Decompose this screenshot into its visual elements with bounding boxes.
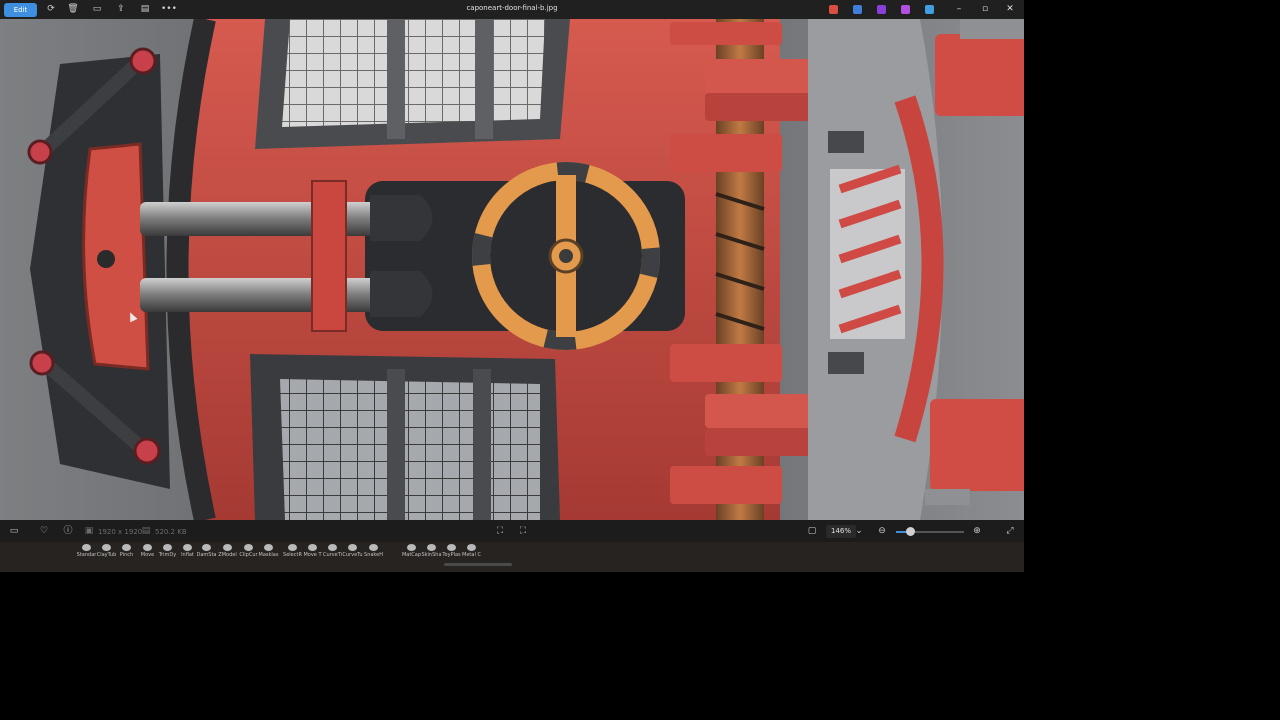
brush-item[interactable]: SnakeH xyxy=(364,544,383,562)
brush-item[interactable]: SkinSha xyxy=(421,544,442,562)
brush-thumbnail-icon xyxy=(82,544,91,551)
brush-thumbnail-icon xyxy=(467,544,476,551)
brush-thumbnail-icon xyxy=(407,544,416,551)
brush-thumbnail-icon xyxy=(202,544,211,551)
fullscreen-icon[interactable]: ⤢ xyxy=(1004,525,1016,537)
brush-item[interactable]: DamSta xyxy=(197,544,216,562)
window-title: caponeart-door-final-b.jpg xyxy=(466,4,558,12)
zoom-level-dropdown[interactable]: 146% xyxy=(826,525,856,538)
brush-thumbnail-icon xyxy=(348,544,357,551)
brush-item[interactable]: ZModel xyxy=(218,544,237,562)
zoom-out-icon[interactable]: ⊖ xyxy=(876,525,888,537)
door-artwork xyxy=(0,19,1024,520)
brush-item[interactable]: TrimDy xyxy=(158,544,177,562)
brush-thumbnail-icon xyxy=(143,544,152,551)
brush-item[interactable]: Masklas xyxy=(259,544,278,562)
image-viewer-window: Edit ⟳ 🗑 ▭ ⇪ ▤ ••• caponeart-door-final-… xyxy=(0,0,1024,572)
zoom-in-icon[interactable]: ⊕ xyxy=(971,525,983,537)
brush-item[interactable]: ToyPlas xyxy=(442,544,461,562)
title-bar: Edit ⟳ 🗑 ▭ ⇪ ▤ ••• caponeart-door-final-… xyxy=(0,0,1024,19)
filesize-icon: ▤ xyxy=(141,526,151,536)
zoom-dropdown-chevron-icon[interactable]: ⌄ xyxy=(853,525,865,537)
close-button[interactable]: ✕ xyxy=(1001,2,1019,16)
brush-thumbnail-icon xyxy=(102,544,111,551)
brush-thumbnail-icon xyxy=(163,544,172,551)
file-size: 520.2 KB xyxy=(155,528,187,536)
filmstrip-icon[interactable]: ▭ xyxy=(8,525,20,537)
tray-app-icon[interactable] xyxy=(877,5,886,14)
favorite-heart-icon[interactable]: ♡ xyxy=(38,525,50,537)
zoom-preset-icon[interactable]: ▢ xyxy=(806,525,818,537)
brush-label: Pinch xyxy=(119,552,134,558)
tray-cloud-icon[interactable] xyxy=(925,5,934,14)
brush-item[interactable]: CurveTu xyxy=(342,544,363,562)
fit-to-window-icon[interactable]: ⛶ xyxy=(494,525,506,537)
brush-thumbnail-icon xyxy=(122,544,131,551)
brush-label: SnakeH xyxy=(364,552,383,558)
brush-item[interactable]: Standar xyxy=(77,544,96,562)
brush-thumbnail-icon xyxy=(427,544,436,551)
brush-label: DamSta xyxy=(196,552,217,558)
brush-item[interactable]: SelectR xyxy=(283,544,302,562)
brush-label: ZModel xyxy=(218,552,237,558)
brush-strip-scroll-handle[interactable] xyxy=(444,563,512,566)
brush-label: CurveTu xyxy=(342,552,363,558)
brush-thumbnail-icon xyxy=(447,544,456,551)
brush-thumbnail-icon xyxy=(244,544,253,551)
brush-item[interactable]: Move xyxy=(138,544,157,562)
brush-thumbnail-icon xyxy=(369,544,378,551)
tray-edit-icon[interactable] xyxy=(853,5,862,14)
dimensions-icon: ▣ xyxy=(84,526,94,536)
brush-item[interactable]: Metal C xyxy=(462,544,481,562)
brush-thumbnail-icon xyxy=(223,544,232,551)
brush-thumbnail-icon xyxy=(288,544,297,551)
brush-thumbnail-icon xyxy=(308,544,317,551)
brush-strip: Standar ClayTub Pinch Move TrimDy Inflat DamSt… xyxy=(0,542,1024,572)
status-bar: ▭ ♡ ⓘ ▣ 1920 x 1920 ▤ 520.2 KB ⛶ ⛶ ▢ 146… xyxy=(0,520,1024,542)
brush-thumbnail-icon xyxy=(328,544,337,551)
file-info-icon[interactable]: ⓘ xyxy=(62,525,74,537)
tray-chrome-icon[interactable] xyxy=(829,5,838,14)
brush-label: Masklas xyxy=(258,552,279,558)
image-canvas[interactable] xyxy=(0,19,1024,520)
brush-item[interactable]: Move T xyxy=(303,544,322,562)
brush-item[interactable]: Pinch xyxy=(117,544,136,562)
image-dimensions: 1920 x 1920 xyxy=(98,528,143,536)
brush-thumbnail-icon xyxy=(183,544,192,551)
brush-item[interactable]: ClayTub xyxy=(97,544,116,562)
brush-item[interactable]: MatCap xyxy=(402,544,421,562)
brush-label: Metal C xyxy=(462,552,481,558)
brush-item[interactable]: ClipCur xyxy=(239,544,258,562)
brush-item[interactable]: CurveTi xyxy=(323,544,342,562)
maximize-button[interactable]: ▫ xyxy=(976,2,994,16)
actual-size-icon[interactable]: ⛶ xyxy=(517,525,529,537)
zoom-slider-handle[interactable] xyxy=(906,527,915,536)
tray-teams-icon[interactable] xyxy=(901,5,910,14)
minimize-button[interactable]: – xyxy=(950,2,968,16)
brush-thumbnail-icon xyxy=(264,544,273,551)
